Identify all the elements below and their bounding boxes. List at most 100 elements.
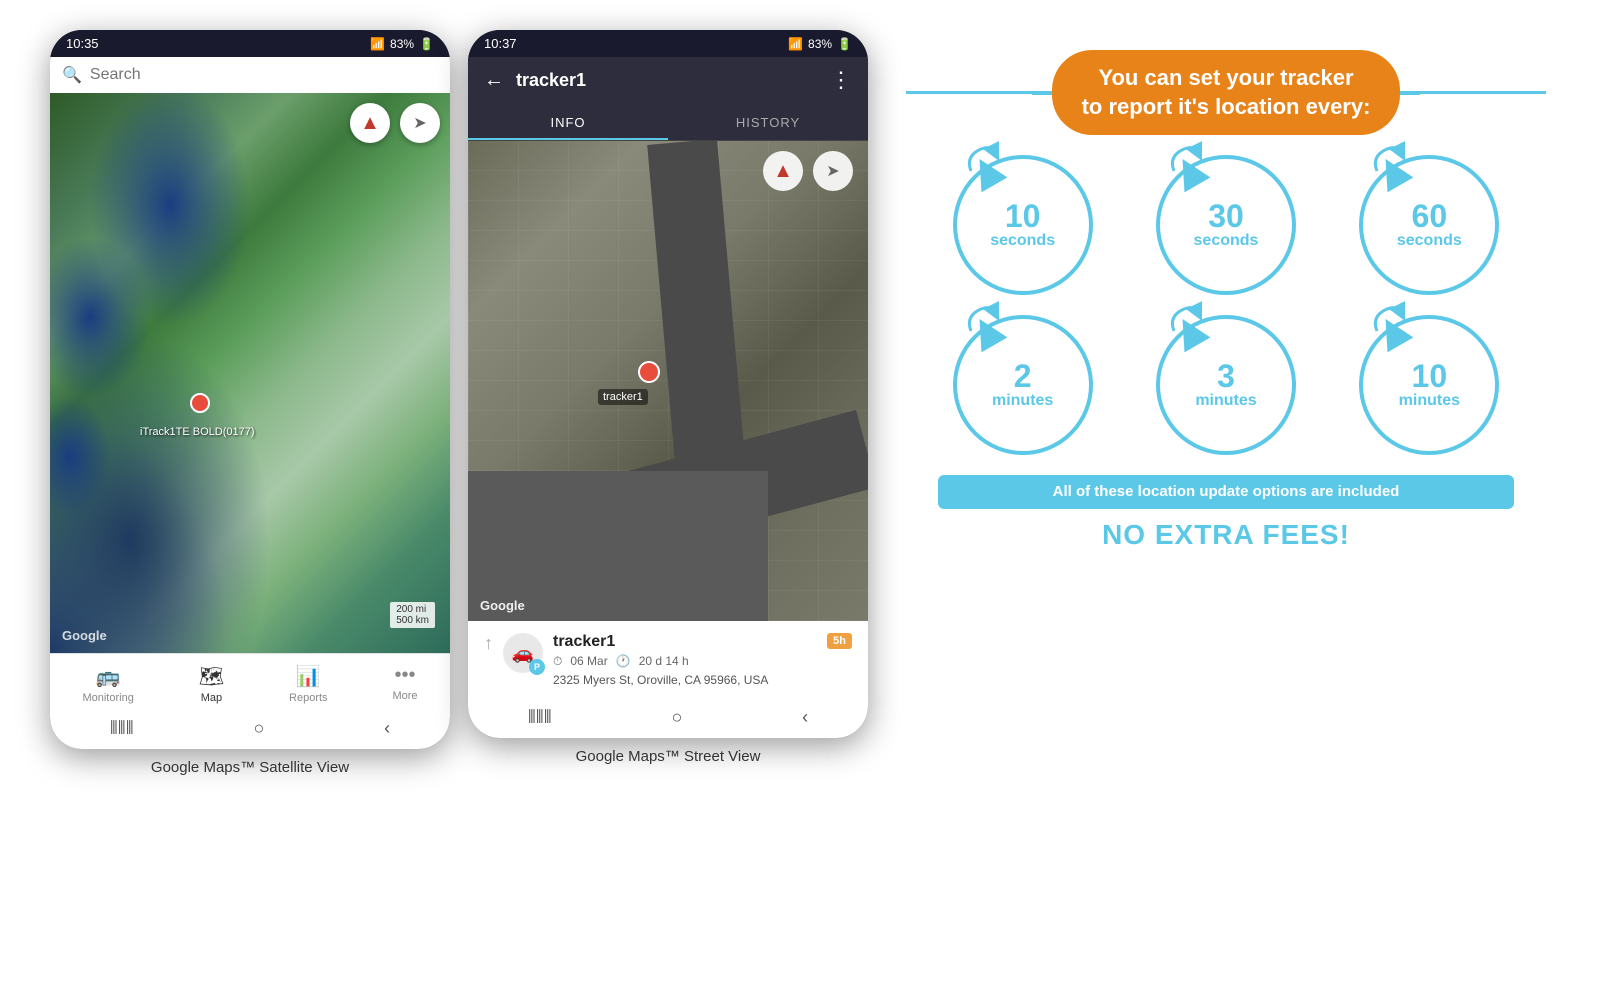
phone2-time: 10:37 <box>484 36 517 51</box>
tracker-icon-wrap: 🚗 P <box>503 633 543 673</box>
aerial-label: tracker1 <box>598 389 648 405</box>
circle-60-number: 60 <box>1412 200 1448 232</box>
circle-30-unit: seconds <box>1194 232 1259 250</box>
phone2-content: ← tracker1 ⋮ INFO HISTORY <box>468 57 868 738</box>
circle-60-seconds: 60 seconds <box>1333 155 1526 295</box>
circle-3-unit: minutes <box>1195 392 1256 410</box>
phone2-nav-btn[interactable]: ‹ <box>802 707 808 728</box>
search-input[interactable] <box>90 66 438 84</box>
nav-monitoring-label: Monitoring <box>82 692 133 704</box>
circle-10min-unit: minutes <box>1399 392 1460 410</box>
nav-monitoring[interactable]: 🚌 Monitoring <box>72 662 143 706</box>
aerial-compass: ▲ <box>763 151 803 191</box>
circle-2-number: 2 <box>1014 360 1032 392</box>
phone2-home-bar: ⦀⦀⦀ ○ ‹ <box>468 699 868 738</box>
arrow-10min-icon <box>1369 301 1405 337</box>
phone1-status-bar: 10:35 📶 83% 🔋 <box>50 30 450 57</box>
circle-10min-number: 10 <box>1412 360 1448 392</box>
phone1-home-bar: ⦀⦀⦀ ○ ‹ <box>50 710 450 749</box>
phone2-mockup: 10:37 📶 83% 🔋 ← tracker1 ⋮ <box>468 30 868 738</box>
phone2-back-btn[interactable]: ⦀⦀⦀ <box>528 707 552 728</box>
parking-badge: P <box>529 659 545 675</box>
tracker-tabs: INFO HISTORY <box>468 103 868 141</box>
tracker-info-panel: ↑ 🚗 P tracker1 ⏱ 06 Mar 🕐 20 d 14 h <box>468 621 868 699</box>
circle-30-seconds: 30 seconds <box>1129 155 1322 295</box>
tracker-duration: 20 d 14 h <box>639 654 689 669</box>
tab-history[interactable]: HISTORY <box>668 103 868 140</box>
compass-icon: ▲ <box>350 103 390 143</box>
phone2-battery: 83% <box>808 37 832 51</box>
back-arrow-icon[interactable]: ← <box>484 69 504 92</box>
more-menu-icon[interactable]: ⋮ <box>830 67 852 93</box>
tracker-title: tracker1 <box>516 70 818 91</box>
tracker-meta: ⏱ 06 Mar 🕐 20 d 14 h <box>553 654 817 669</box>
arrow-60-icon <box>1369 141 1405 177</box>
tracker-info-text: tracker1 ⏱ 06 Mar 🕐 20 d 14 h 2325 Myers… <box>553 633 817 687</box>
no-extra-fees: NO EXTRA FEES! <box>1102 519 1350 551</box>
circles-grid: 10 seconds 30 seconds <box>906 155 1546 455</box>
phone1-mockup: 10:35 📶 83% 🔋 🔍 <box>50 30 450 749</box>
circle-60-unit: seconds <box>1397 232 1462 250</box>
tracker-address: 2325 Myers St, Oroville, CA 95966, USA <box>553 673 817 687</box>
aerial-google: Google <box>480 598 525 613</box>
circle-30-number: 30 <box>1208 200 1244 232</box>
more-icon: ••• <box>394 664 415 687</box>
info-title-box: You can set your tracker to report it's … <box>1052 50 1401 135</box>
phone1-battery-icon: 🔋 <box>419 37 434 51</box>
tracker-date: 06 Mar <box>570 654 607 669</box>
search-icon: 🔍 <box>62 65 82 85</box>
circle-10-minutes: 10 minutes <box>1333 315 1526 455</box>
circle-2-minutes: 2 minutes <box>926 315 1119 455</box>
home-nav-btn[interactable]: ‹ <box>384 718 390 739</box>
arrow-2min-icon <box>963 301 999 337</box>
phone2-caption: Google Maps™ Street View <box>468 748 868 765</box>
aerial-marker <box>638 361 660 383</box>
phone1-caption: Google Maps™ Satellite View <box>50 759 450 776</box>
panel-up-icon: ↑ <box>484 633 493 654</box>
circle-2-unit: minutes <box>992 392 1053 410</box>
monitoring-icon: 🚌 <box>96 664 121 689</box>
search-bar: 🔍 <box>50 57 450 93</box>
tracker-name: tracker1 <box>553 633 817 651</box>
phone1-content: 🔍 ▲ ➤ iTrack1TE BOLD(0177) Google 200 mi… <box>50 57 450 749</box>
google-watermark: Google <box>62 628 107 643</box>
circle-3-number: 3 <box>1217 360 1235 392</box>
satellite-map: ▲ ➤ iTrack1TE BOLD(0177) Google 200 mi50… <box>50 93 450 653</box>
arrow-10-icon <box>963 141 999 177</box>
circle-10-seconds: 10 seconds <box>926 155 1119 295</box>
tracker-header: ← tracker1 ⋮ <box>468 57 868 103</box>
info-title-text: You can set your tracker to report it's … <box>1082 64 1371 121</box>
reports-icon: 📊 <box>296 664 321 689</box>
tab-info[interactable]: INFO <box>468 103 668 140</box>
arrow-30-icon <box>1166 141 1202 177</box>
bottom-badge-text: All of these location update options are… <box>1053 483 1400 500</box>
scale-bar: 200 mi500 km <box>390 602 435 628</box>
circle-10-number: 10 <box>1005 200 1041 232</box>
nav-reports-label: Reports <box>289 692 328 704</box>
nav-more-label: More <box>392 690 417 702</box>
bottom-nav: 🚌 Monitoring 🗺 Map 📊 Reports ••• <box>50 653 450 710</box>
nav-button[interactable]: ➤ <box>400 103 440 143</box>
home-back-btn[interactable]: ⦀⦀⦀ <box>110 718 134 739</box>
nav-more[interactable]: ••• More <box>382 662 427 706</box>
phone1-time: 10:35 <box>66 36 99 51</box>
info-panel: You can set your tracker to report it's … <box>886 30 1566 571</box>
nav-reports[interactable]: 📊 Reports <box>279 662 338 706</box>
info-bottom-badge: All of these location update options are… <box>938 475 1514 509</box>
phone1-battery: 83% <box>390 37 414 51</box>
circle-10-unit: seconds <box>990 232 1055 250</box>
nav-map[interactable]: 🗺 Map <box>189 662 234 706</box>
aerial-nav-btn[interactable]: ➤ <box>813 151 853 191</box>
arrow-3min-icon <box>1166 301 1202 337</box>
home-circle-btn[interactable]: ○ <box>253 718 264 739</box>
phone2-circle-btn[interactable]: ○ <box>671 707 682 728</box>
phone2-battery-icon: 🔋 <box>837 37 852 51</box>
marker-label: iTrack1TE BOLD(0177) <box>140 426 255 438</box>
tracker-clock-icon: 🕐 <box>616 654 631 669</box>
phone2-status-bar: 10:37 📶 83% 🔋 <box>468 30 868 57</box>
badge-5h: 5h <box>827 633 852 649</box>
tracker-date-icon: ⏱ <box>553 654 562 669</box>
nav-map-label: Map <box>201 692 222 704</box>
map-marker <box>190 393 210 413</box>
circle-3-minutes: 3 minutes <box>1129 315 1322 455</box>
